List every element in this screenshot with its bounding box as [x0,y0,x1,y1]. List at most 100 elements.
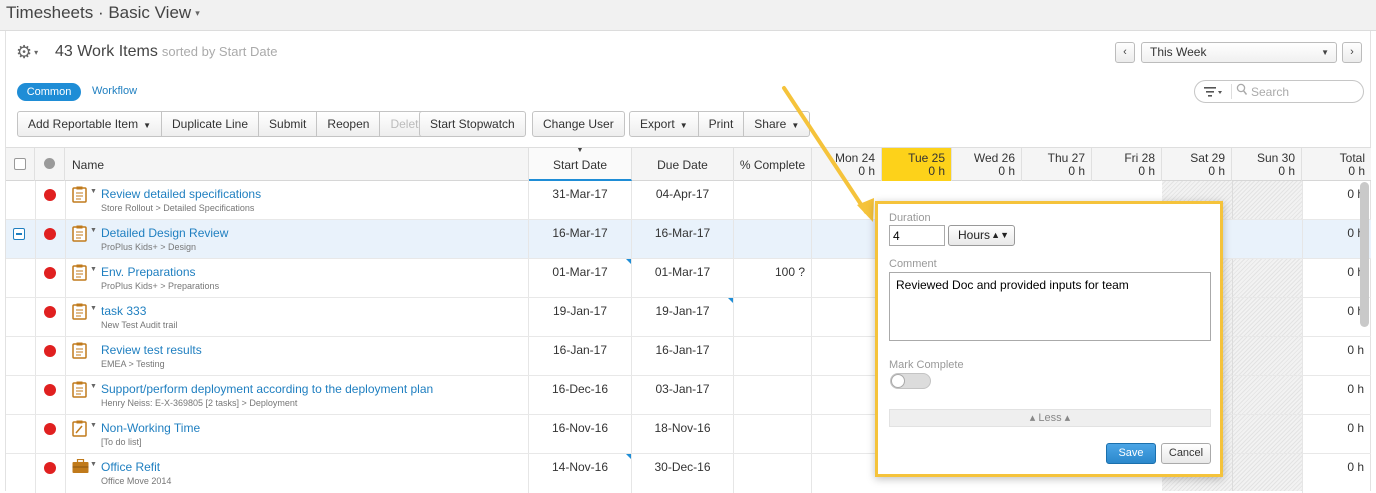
start-date-cell[interactable]: 16-Dec-16 [529,382,631,396]
cancel-button[interactable]: Cancel [1161,443,1211,464]
start-date-cell[interactable]: 16-Nov-16 [529,421,631,435]
start-stopwatch-button[interactable]: Start Stopwatch [420,112,525,136]
row-selected-checkbox[interactable] [13,228,25,240]
clipboard-icon[interactable] [72,186,87,203]
task-name-link[interactable]: Review detailed specifications [101,187,261,201]
next-period-button[interactable]: › [1342,42,1362,63]
edited-flag-icon [728,298,733,303]
submit-button[interactable]: Submit [259,112,318,136]
column-name[interactable]: Name [65,148,529,181]
start-date-cell[interactable]: 01-Mar-17 [529,265,631,279]
task-name-link[interactable]: Detailed Design Review [101,226,228,240]
period-select[interactable]: This Week ▼ [1141,42,1337,63]
start-date-cell[interactable]: 19-Jan-17 [529,304,631,318]
duplicate-line-button[interactable]: Duplicate Line [162,112,260,136]
edit-button-group: Add Reportable Item ▼ Duplicate Line Subm… [17,111,437,137]
clipboard-icon[interactable] [72,225,87,242]
task-name-link[interactable]: task 333 [101,304,146,318]
filter-icon[interactable] [1203,84,1225,103]
chevron-down-icon[interactable]: ▼ [90,383,97,390]
task-name-link[interactable]: Env. Preparations [101,265,196,279]
start-date-cell[interactable]: 14-Nov-16 [529,460,631,474]
total-cell: 0 h [1347,343,1364,357]
due-date-cell[interactable]: 01-Mar-17 [632,265,733,279]
start-date-cell[interactable]: 16-Mar-17 [529,226,631,240]
status-dot-icon [44,189,56,201]
chevron-down-icon[interactable]: ▼ [90,305,97,312]
pct-complete-cell[interactable]: 100 ? [734,265,811,279]
print-button[interactable]: Print [699,112,745,136]
sort-label: sorted by Start Date [161,44,278,59]
duration-unit-select[interactable]: Hours ▲▼ [948,225,1015,246]
page-title[interactable]: Timesheets · Basic View ▾ [6,3,200,23]
chevron-down-icon[interactable]: ▼ [90,188,97,195]
column-day-hours: 0 h [1208,164,1225,178]
chevron-down-icon: ▼ [679,121,688,130]
previous-period-button[interactable]: ‹ [1115,42,1135,63]
column-day[interactable]: Fri 28 0 h [1092,148,1162,181]
task-name-link[interactable]: Office Refit [101,460,160,474]
tab-common[interactable]: Common [17,83,81,101]
column-day[interactable]: Sat 29 0 h [1162,148,1232,181]
column-day[interactable]: Thu 27 0 h [1022,148,1092,181]
less-toggle-button[interactable]: ▴ Less ▴ [889,409,1211,427]
duration-input[interactable] [889,225,945,246]
column-due-date[interactable]: Due Date [632,148,734,181]
add-reportable-item-button[interactable]: Add Reportable Item ▼ [18,112,162,136]
task-path: [To do list] [101,437,142,447]
column-day[interactable]: Wed 26 0 h [952,148,1022,181]
due-date-cell[interactable]: 18-Nov-16 [632,421,733,435]
divider [65,181,66,219]
start-date-cell[interactable]: 16-Jan-17 [529,343,631,357]
clipboard-icon[interactable] [72,303,87,320]
status-dot-icon [44,462,56,474]
save-button[interactable]: Save [1106,443,1156,464]
header-status-cell [35,148,65,181]
chevron-down-icon[interactable]: ▼ [90,461,97,468]
column-day-label: Thu 27 [1047,151,1085,165]
mark-complete-toggle[interactable] [890,373,931,389]
export-button[interactable]: Export ▼ [630,112,699,136]
change-user-button[interactable]: Change User [533,112,624,136]
clipboard-icon[interactable] [72,342,87,359]
toggle-knob [891,374,905,388]
start-date-cell[interactable]: 31-Mar-17 [529,187,631,201]
column-start-date[interactable]: ▼ Start Date [529,147,632,181]
column-day[interactable]: Sun 30 0 h [1232,148,1302,181]
task-path: ProPlus Kids+ > Preparations [101,281,220,291]
due-date-cell[interactable]: 19-Jan-17 [632,304,733,318]
divider [811,376,812,414]
due-date-cell[interactable]: 16-Mar-17 [632,226,733,240]
clipboard-pencil-icon[interactable] [72,420,87,437]
status-dot-icon [44,384,56,396]
due-date-cell[interactable]: 30-Dec-16 [632,460,733,474]
clipboard-icon[interactable] [72,381,87,398]
divider [811,259,812,297]
reopen-button[interactable]: Reopen [317,112,381,136]
comment-field[interactable]: Reviewed Doc and provided inputs for tea… [889,272,1211,341]
task-name-link[interactable]: Review test results [101,343,202,357]
divider [1302,259,1303,297]
edited-flag-icon [626,454,631,459]
divider [1302,337,1303,375]
search-input[interactable] [1251,84,1359,99]
gear-icon[interactable]: ⚙ ▾ [16,42,46,62]
tab-workflow[interactable]: Workflow [92,85,137,97]
due-date-cell[interactable]: 04-Apr-17 [632,187,733,201]
divider [733,220,734,258]
chevron-down-icon[interactable]: ▼ [90,266,97,273]
divider [1302,454,1303,493]
task-name-link[interactable]: Non-Working Time [101,421,200,435]
clipboard-icon[interactable] [72,264,87,281]
updown-arrows-icon: ▲▼ [991,230,1009,240]
divider [65,259,66,297]
vertical-scrollbar[interactable] [1360,182,1369,327]
task-name-link[interactable]: Support/perform deployment according to … [101,382,433,396]
select-all-checkbox[interactable] [14,158,26,170]
due-date-cell[interactable]: 16-Jan-17 [632,343,733,357]
briefcase-icon[interactable] [72,459,89,474]
due-date-cell[interactable]: 03-Jan-17 [632,382,733,396]
column-total[interactable]: Total 0 h [1302,148,1371,181]
chevron-down-icon[interactable]: ▼ [90,227,97,234]
chevron-down-icon[interactable]: ▼ [90,422,97,429]
